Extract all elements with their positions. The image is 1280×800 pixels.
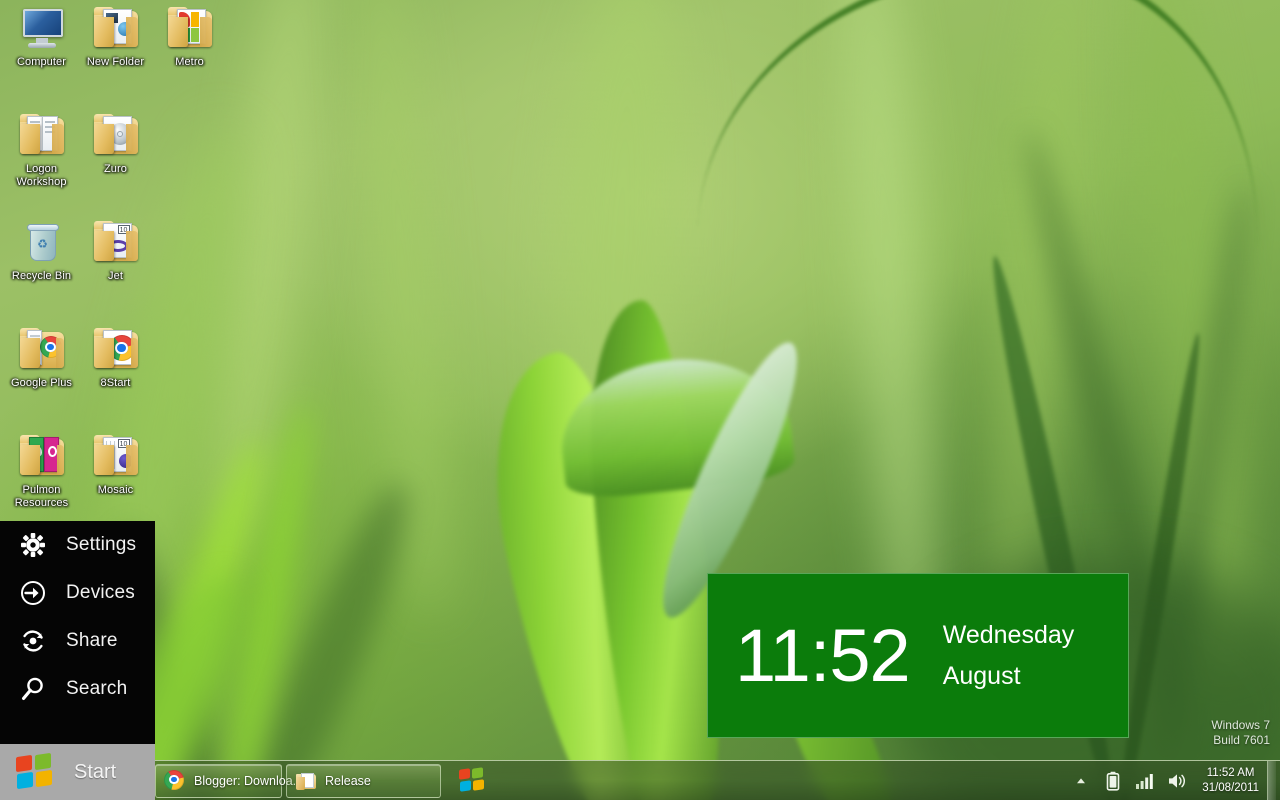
clock-gadget-time: 11:52 — [735, 613, 911, 697]
folder-documents-icon — [18, 111, 66, 159]
volume-speaker-icon[interactable] — [1166, 770, 1188, 792]
start-button[interactable]: Start — [0, 744, 155, 800]
chrome-icon — [164, 769, 186, 792]
taskbar-buttons: Blogger: Downloa... Release — [155, 761, 489, 800]
desktop-icon-metro[interactable]: Metro — [152, 4, 227, 69]
watermark-line-2: Build 7601 — [1213, 733, 1270, 747]
recycle-bin-icon: ♻ — [18, 218, 66, 266]
desktop-icon-label: Computer — [16, 56, 67, 68]
charm-label: Share — [66, 630, 118, 651]
desktop-icon-zuro[interactable]: Zuro — [78, 111, 153, 176]
folder-disc-icon — [92, 111, 140, 159]
desktop-icon-label: Metro — [175, 56, 204, 68]
desktop-icon-label: New Folder — [86, 56, 145, 68]
taskbar-button-blogger[interactable]: Blogger: Downloa... — [155, 763, 303, 798]
wallpaper-arc-blade — [693, 0, 1267, 370]
taskbar-pinned-windows[interactable] — [455, 764, 489, 798]
charm-item-search[interactable]: Search — [0, 665, 155, 713]
folder-mosaic-icon: 10 — [92, 432, 140, 480]
windows-build-watermark: Windows 7 Build 7601 — [1211, 718, 1270, 748]
taskbar-button-release[interactable]: Release — [286, 763, 441, 798]
desktop-icon-label: Recycle Bin — [11, 270, 72, 282]
charm-label: Devices — [66, 582, 135, 603]
charm-item-settings[interactable]: Settings — [0, 521, 155, 569]
desktop-icon-google-plus[interactable]: Google Plus — [4, 325, 79, 390]
battery-icon[interactable] — [1102, 770, 1124, 792]
magnifier-icon — [16, 672, 50, 706]
desktop-icon-label: Pulmon Resources — [14, 484, 69, 509]
taskbar-button-label: Release — [325, 773, 371, 788]
charm-item-devices[interactable]: Devices — [0, 569, 155, 617]
device-arrow-icon — [16, 576, 50, 610]
desktop-icon-recycle-bin[interactable]: ♻ Recycle Bin — [4, 218, 79, 283]
charms-panel[interactable]: Settings Devices Share Search — [0, 521, 155, 744]
taskbar-clock-time: 11:52 AM — [1206, 766, 1255, 779]
desktop-icon-new-folder[interactable]: New Folder — [78, 4, 153, 69]
share-icon — [16, 624, 50, 658]
folder-pulmon-icon — [18, 432, 66, 480]
desktop-icon-jet[interactable]: 10 Jet — [78, 218, 153, 283]
folder-media-icon — [92, 4, 140, 52]
clock-gadget-weekday: Wednesday — [942, 620, 1075, 649]
folder-icon — [295, 770, 317, 792]
taskbar[interactable]: Blogger: Downloa... Release 11:52 AM 31/… — [0, 760, 1280, 800]
taskbar-clock-date: 31/08/2011 — [1202, 781, 1259, 794]
clock-gadget[interactable]: 11:52 Wednesday August — [707, 573, 1129, 738]
desktop[interactable]: Computer New Folder Metro Logon Workshop… — [0, 0, 1280, 800]
watermark-line-1: Windows 7 — [1211, 718, 1270, 732]
system-tray: 11:52 AM 31/08/2011 — [1065, 760, 1280, 800]
desktop-icon-logon-workshop[interactable]: Logon Workshop — [4, 111, 79, 189]
charm-label: Search — [66, 678, 128, 699]
show-hidden-icons-arrow-icon[interactable] — [1070, 770, 1092, 792]
desktop-icon-8start[interactable]: 8Start — [78, 325, 153, 390]
clock-gadget-month: August — [942, 661, 1021, 690]
desktop-icon-pulmon-resources[interactable]: Pulmon Resources — [4, 432, 79, 510]
taskbar-clock[interactable]: 11:52 AM 31/08/2011 — [1202, 766, 1259, 796]
windows-logo-icon — [459, 767, 485, 793]
folder-googleplus-icon — [18, 325, 66, 373]
charm-label: Settings — [66, 534, 137, 555]
folder-jet-icon: 10 — [92, 218, 140, 266]
desktop-icon-label: Zuro — [103, 163, 128, 175]
gear-icon — [16, 528, 50, 562]
start-button-label: Start — [74, 760, 117, 783]
windows-logo-icon — [16, 752, 54, 790]
desktop-icon-label: Jet — [108, 270, 123, 282]
clock-gadget-date: Wednesday August — [942, 620, 1075, 690]
charm-item-share[interactable]: Share — [0, 617, 155, 665]
desktop-icon-computer[interactable]: Computer — [4, 4, 79, 69]
folder-chrome-icon — [92, 325, 140, 373]
computer-monitor-icon — [18, 4, 66, 52]
folder-metro-icon — [166, 4, 214, 52]
desktop-icon-label: Logon Workshop — [16, 163, 67, 188]
desktop-icon-label: Google Plus — [10, 377, 73, 389]
desktop-icon-label: 8Start — [100, 377, 131, 389]
show-desktop-button[interactable] — [1267, 760, 1276, 800]
network-signal-icon[interactable] — [1134, 770, 1156, 792]
desktop-icon-mosaic[interactable]: 10 Mosaic — [78, 432, 153, 497]
desktop-icon-grid: Computer New Folder Metro Logon Workshop… — [0, 0, 230, 560]
desktop-icon-label: Mosaic — [97, 484, 134, 496]
